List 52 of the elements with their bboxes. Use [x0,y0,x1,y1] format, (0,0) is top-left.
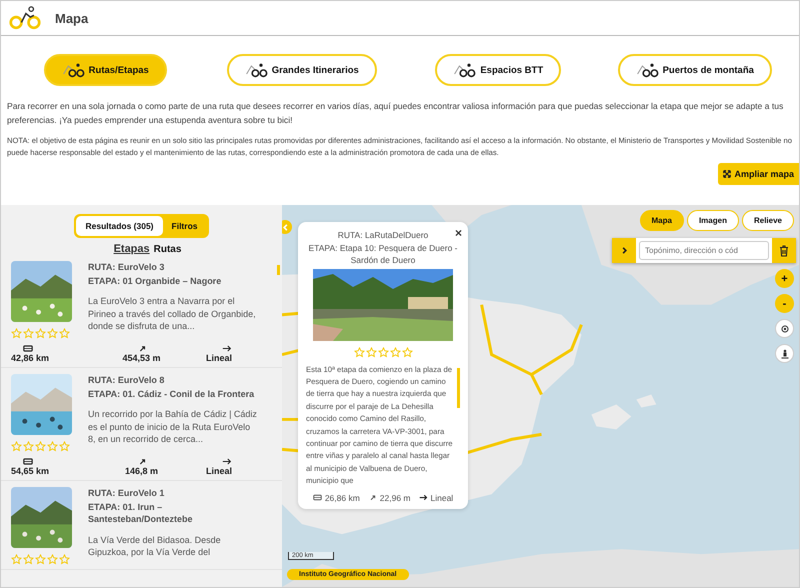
route-name: RUTA: EuroVelo 1 [88,487,166,500]
star-icon[interactable] [11,328,22,339]
bed-icon [23,345,33,352]
star-icon[interactable] [35,554,46,565]
star-icon[interactable] [23,441,34,452]
scrollbar[interactable] [277,265,280,275]
star-icon[interactable] [11,554,22,565]
cyclist-icon [636,62,660,78]
star-icon[interactable] [11,441,22,452]
category-tab[interactable]: Grandes Itinerarios [226,54,377,86]
star-icon[interactable] [35,328,46,339]
elevation-value: 146,8 m [124,466,158,476]
distance-value: 54,65 km [11,466,50,476]
distance-value: 42,86 km [11,353,50,363]
page-title: Mapa [55,10,88,26]
route-type: Lineal [206,466,232,476]
stage-name: ETAPA: 01. Irun – Santesteban/Donteztebe [88,500,194,526]
cyclist-logo-icon [9,6,41,30]
segment-tab[interactable]: Resultados (305) [76,216,163,236]
stage-description: La EuroVelo 3 entra a Navarra por el Pirineo a través del collado de Organbide, donde se disfruta de una... [88,295,257,332]
star-icon[interactable] [59,554,70,565]
elevation-value: 454,53 m [122,353,161,363]
cyclist-icon [453,62,478,78]
star-icon[interactable] [59,328,70,339]
star-icon[interactable] [47,328,58,339]
star-icon[interactable] [35,441,46,452]
bed-icon [23,458,33,465]
route-name: RUTA: EuroVelo 3 [88,261,166,274]
stage-name: ETAPA: 01 Organbide – Nagore [88,274,222,287]
star-icon[interactable] [47,554,58,565]
arrow-right-icon [222,458,232,465]
star-icon[interactable] [23,554,34,565]
stage-description: La Vía Verde del Bidasoa. Desde Gipuzkoa, por la Vía Verde del [88,534,222,558]
list-tab[interactable]: Rutas [154,243,182,255]
category-tab[interactable]: Rutas/Etapas [44,54,167,86]
star-icon[interactable] [59,441,70,452]
segment-tab[interactable]: Filtros [162,216,206,236]
category-tab[interactable]: Espacios BTT [435,54,562,86]
route-name: RUTA: EuroVelo 8 [88,374,166,386]
cyclist-icon [62,62,86,78]
star-icon[interactable] [23,328,34,339]
stage-description: Un recorrido por la Bahía de Cádiz | Cádiz es el punto de inicio de la Ruta EuroVelo 8, en un recorrido de cerca... [88,408,258,446]
expand-map-button[interactable]: Ampliar mapa [718,163,799,185]
list-tab[interactable]: Etapas [114,243,150,255]
star-icon[interactable] [47,441,58,452]
expand-icon [723,170,732,178]
arrow-right-icon [222,345,232,352]
intro-text: Para recorrer en una sola jornada o como parte de una ruta que desees recorrer en varios días, aquí puedes encontrar valiosa información para que puedas seleccionar la etapa que mejor se adapte a tus preferencias. ¡Ya puedes emprender una estupenda aventura sobre tu bici! [7,100,784,127]
route-type: Lineal [206,353,232,363]
stage-name: ETAPA: 01. Cádiz - Conil de la Frontera [88,388,256,400]
cyclist-icon [244,62,269,78]
category-tab[interactable]: Puertos de montaña [618,54,772,86]
